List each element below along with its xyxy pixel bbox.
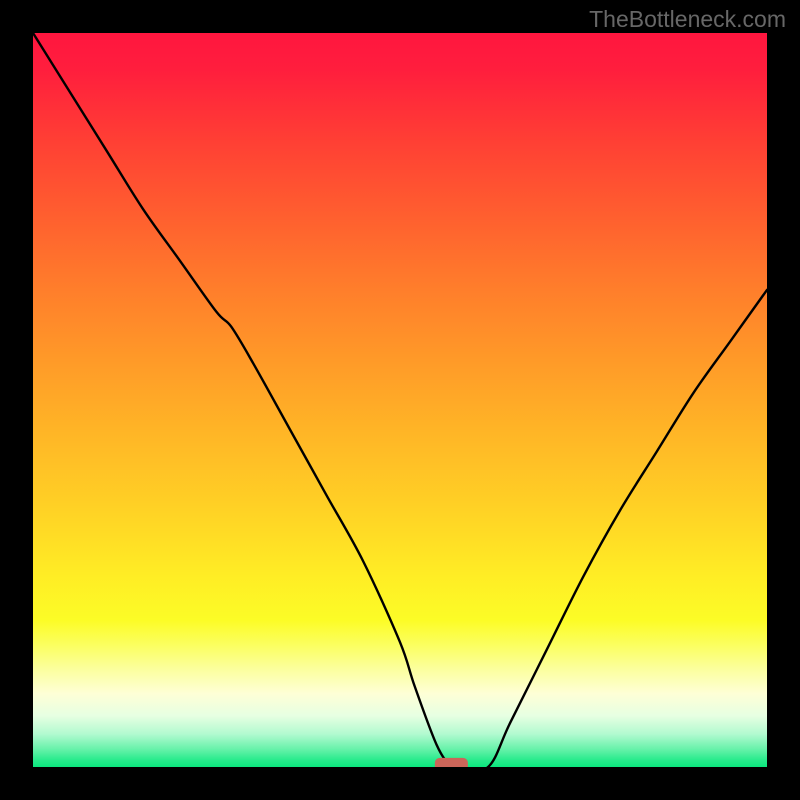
watermark-text: TheBottleneck.com bbox=[589, 6, 786, 33]
plot-svg bbox=[33, 33, 767, 767]
target-marker bbox=[435, 758, 468, 767]
bottleneck-plot bbox=[33, 33, 767, 767]
plot-background bbox=[33, 33, 767, 767]
chart-frame: TheBottleneck.com bbox=[0, 0, 800, 800]
